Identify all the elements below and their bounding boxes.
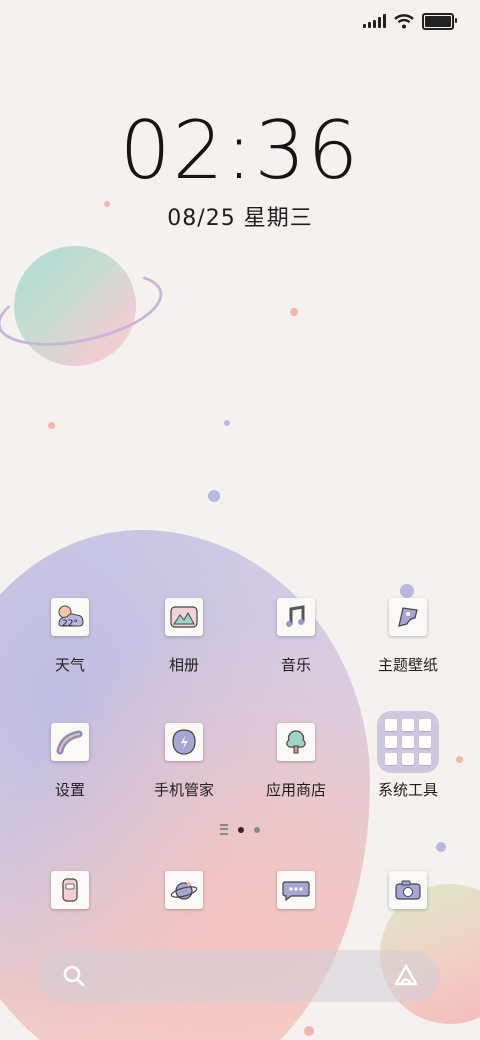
- wallpaper-star: [48, 422, 55, 429]
- app-label: 音乐: [280, 656, 311, 674]
- app-label: 应用商店: [265, 781, 326, 799]
- assistant-icon[interactable]: [392, 962, 420, 990]
- app-label: 相册: [168, 656, 199, 674]
- page-dot-2[interactable]: [254, 826, 260, 833]
- app-weather[interactable]: 22° 天气: [14, 598, 126, 675]
- app-label: 手机管家: [153, 781, 214, 799]
- app-theme[interactable]: 主题壁纸: [352, 598, 464, 675]
- wifi-icon: [394, 13, 414, 28]
- app-music[interactable]: 音乐: [240, 598, 352, 675]
- settings-icon: [51, 723, 89, 761]
- search-icon[interactable]: [62, 964, 86, 988]
- app-store-icon: [277, 723, 315, 761]
- app-label: 天气: [54, 656, 85, 674]
- messages-icon: [277, 871, 315, 909]
- app-security[interactable]: 手机管家: [128, 723, 240, 800]
- dock-browser[interactable]: [128, 871, 240, 909]
- weather-icon: 22°: [51, 598, 89, 636]
- page-indicator[interactable]: [0, 824, 480, 835]
- music-icon: [277, 598, 315, 636]
- wallpaper-star: [290, 308, 298, 316]
- app-gallery[interactable]: 相册: [128, 598, 240, 675]
- clock-date[interactable]: 08/25 星期三: [0, 200, 480, 232]
- wallpaper-star: [224, 420, 230, 426]
- wallpaper-star: [400, 584, 414, 598]
- folder-system-tools[interactable]: 系统工具: [352, 711, 464, 800]
- search-bar[interactable]: [38, 950, 440, 1002]
- phone-icon: [51, 871, 89, 909]
- camera-icon: [389, 871, 427, 909]
- wallpaper-star: [436, 842, 446, 852]
- app-label: 主题壁纸: [377, 656, 438, 674]
- battery-icon: [422, 12, 457, 30]
- app-list-icon[interactable]: [220, 824, 228, 835]
- page-dot-1[interactable]: [238, 826, 244, 833]
- signal-icon: [363, 14, 386, 28]
- security-icon: [165, 723, 203, 761]
- app-store[interactable]: 应用商店: [240, 723, 352, 800]
- gallery-icon: [165, 598, 203, 636]
- app-settings[interactable]: 设置: [14, 723, 126, 800]
- theme-icon: [389, 598, 427, 636]
- dock-phone[interactable]: [14, 871, 126, 909]
- svg-text:22°: 22°: [62, 619, 78, 629]
- app-label: 系统工具: [377, 781, 438, 799]
- clock-time[interactable]: 02:36: [0, 104, 480, 197]
- dock-camera[interactable]: [352, 871, 464, 909]
- system-tools-folder: [377, 711, 439, 773]
- browser-icon: [165, 871, 203, 909]
- app-label: 设置: [54, 781, 85, 799]
- wallpaper-star: [304, 1026, 314, 1036]
- wallpaper-star: [208, 490, 220, 502]
- dock-messages[interactable]: [240, 871, 352, 909]
- status-bar: [363, 10, 457, 32]
